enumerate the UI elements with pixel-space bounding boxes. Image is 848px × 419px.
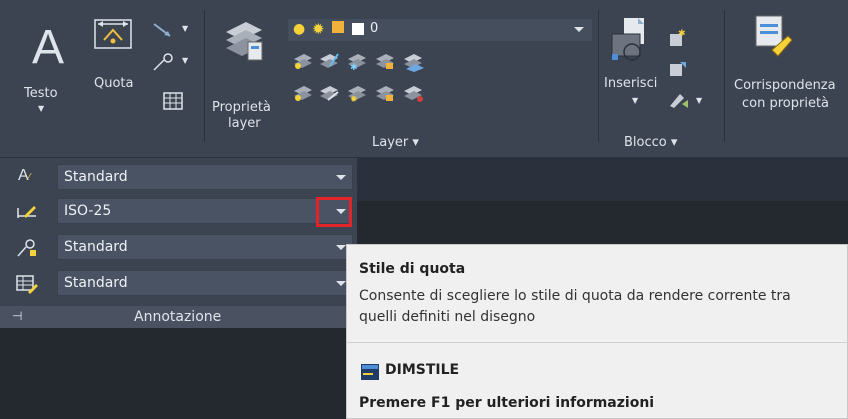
tooltip-command: DIMSTILE — [385, 362, 460, 378]
table-style-value: Standard — [64, 275, 128, 291]
layer-dropdown[interactable]: ● ✹ 0 — [288, 19, 592, 41]
text-style-value: Standard — [64, 169, 128, 185]
table-style-dropdown[interactable]: Standard — [57, 270, 353, 296]
layer-walk-icon[interactable] — [402, 82, 426, 104]
text-tool-label: Testo — [24, 86, 58, 101]
chevron-down-icon: ▼ — [696, 96, 703, 105]
create-block-icon: ✱ — [670, 29, 686, 46]
table-style-icon — [16, 275, 38, 294]
create-block-button[interactable]: ✱ — [668, 28, 690, 50]
tooltip-description: Consente di scegliere lo stile di quota … — [359, 286, 848, 328]
dimension-style-value: ISO-25 — [64, 203, 112, 219]
text-style-dropdown[interactable]: Standard — [57, 164, 353, 190]
layer-thaw-icon[interactable]: ✹ — [346, 82, 368, 104]
drawing-canvas-left[interactable] — [0, 328, 357, 419]
leader-button[interactable]: ▼ — [150, 20, 190, 42]
tooltip: Stile di quota Consente di scegliere lo … — [346, 244, 848, 419]
file-tab-strip — [357, 157, 848, 201]
mleader-button[interactable]: ▼ — [150, 52, 190, 76]
layer-properties-label-2: layer — [228, 116, 261, 131]
block-attributes-icon — [670, 94, 688, 108]
layer-isolate-icon[interactable] — [318, 50, 340, 72]
layer-tools-row-2: ✹ — [290, 82, 490, 106]
chevron-down-icon[interactable] — [336, 245, 346, 250]
match-properties-label-2: con proprietà — [742, 96, 830, 111]
ribbon: A Testo ▼ Quota ▼ ▼ Proprietà layer ● ✹ … — [0, 0, 848, 157]
multileader-style-value: Standard — [64, 239, 128, 255]
multileader-style-icon — [17, 239, 36, 257]
tooltip-description-line-1: Consente di scegliere lo stile di quota … — [359, 288, 791, 304]
tooltip-title: Stile di quota — [359, 261, 466, 277]
layer-tools-row-1: ✱ — [290, 50, 490, 74]
layer-lock-icon[interactable] — [374, 50, 396, 72]
annotation-panel: A⁄ Standard ISO-25 Standard Standard — [0, 158, 357, 328]
edit-block-button[interactable] — [668, 58, 690, 80]
chevron-down-icon — [574, 27, 584, 32]
layer-properties-button[interactable]: Proprietà layer — [210, 12, 276, 131]
separator — [204, 10, 205, 142]
layer-properties-label-1: Proprietà — [212, 100, 271, 115]
insert-block-button[interactable]: Inserisci ▼ — [604, 14, 664, 124]
layer-off-icon[interactable] — [292, 50, 314, 72]
chevron-down-icon[interactable] — [336, 281, 346, 286]
block-panel-title[interactable]: Blocco ▾ — [624, 135, 677, 150]
bulb-on-icon: ● — [293, 21, 306, 37]
svg-text:✹: ✹ — [350, 95, 358, 104]
annotation-panel-title: Annotazione — [134, 309, 222, 325]
separator — [724, 10, 725, 142]
dropdown-arrow-highlight — [316, 197, 352, 227]
dimension-icon — [94, 19, 132, 49]
dimension-tool-label: Quota — [94, 76, 134, 91]
chevron-down-icon: ▼ — [632, 96, 639, 105]
separator — [598, 10, 599, 142]
chevron-down-icon: ▼ — [38, 104, 45, 113]
block-attributes-button[interactable]: ▼ — [668, 90, 708, 112]
layer-properties-icon — [226, 22, 263, 61]
text-style-icon: A⁄ — [18, 167, 31, 184]
layer-freeze-icon[interactable]: ✱ — [346, 50, 368, 72]
color-swatch-icon — [352, 23, 364, 35]
sun-icon: ✹ — [312, 20, 325, 38]
layer-panel-title[interactable]: Layer ▾ — [372, 135, 419, 150]
multileader-style-dropdown[interactable]: Standard — [57, 234, 353, 260]
svg-text:✱: ✱ — [678, 29, 686, 39]
layer-unlock-icon[interactable] — [374, 82, 396, 104]
annotation-panel-footer: ⊣ Annotazione — [0, 306, 357, 328]
pin-icon[interactable]: ⊣ — [12, 309, 22, 323]
match-properties-button[interactable]: Corrispondenza con proprietà — [732, 12, 848, 122]
layer-on-icon[interactable] — [292, 82, 314, 104]
multileader-icon — [153, 53, 173, 71]
insert-block-icon — [611, 18, 644, 61]
unlock-icon — [332, 21, 344, 33]
chevron-down-icon: ▼ — [182, 24, 189, 33]
text-a-icon: A — [32, 21, 65, 74]
text-tool-button[interactable]: A Testo ▼ — [18, 8, 68, 118]
layer-combo-value: 0 — [370, 21, 379, 36]
command-icon — [361, 364, 379, 380]
tooltip-description-line-2: quelli definiti nel disegno — [359, 309, 536, 325]
chevron-down-icon: ▼ — [182, 56, 189, 65]
dimension-tool-button[interactable]: Quota — [90, 14, 145, 94]
table-button[interactable] — [163, 92, 185, 112]
leader-icon — [153, 23, 171, 37]
tooltip-divider — [347, 342, 848, 343]
match-properties-icon — [755, 15, 793, 57]
match-properties-label-1: Corrispondenza — [734, 78, 836, 93]
insert-label: Inserisci — [604, 76, 658, 91]
table-icon — [163, 92, 183, 110]
dimension-style-dropdown[interactable]: ISO-25 — [57, 198, 353, 224]
dimension-style-icon — [17, 206, 36, 218]
svg-text:✱: ✱ — [350, 63, 358, 72]
tooltip-help: Premere F1 per ulteriori informazioni — [359, 395, 655, 411]
chevron-down-icon[interactable] — [336, 175, 346, 180]
layer-make-current-icon[interactable] — [402, 50, 426, 72]
edit-block-icon — [670, 62, 686, 76]
layer-match-icon[interactable] — [318, 82, 340, 104]
